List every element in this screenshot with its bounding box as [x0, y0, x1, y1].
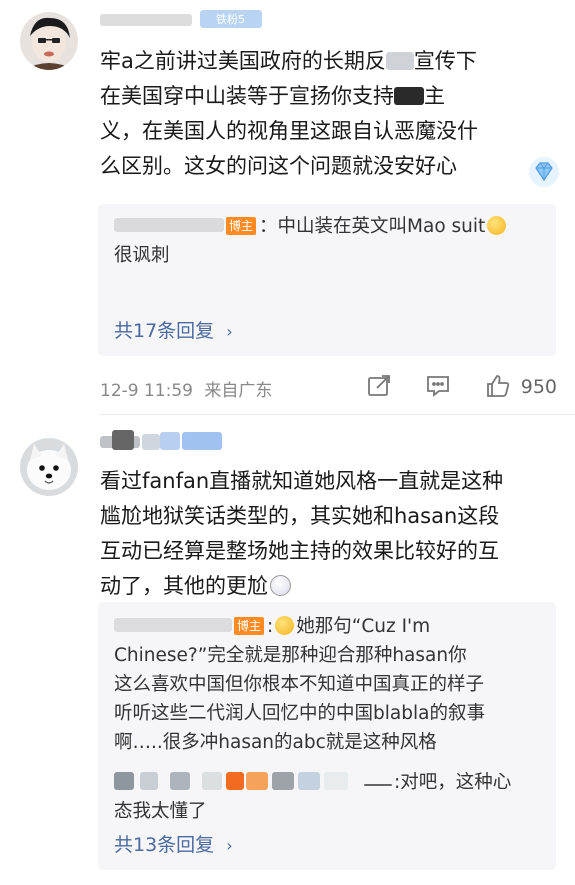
chevron-right-icon: ›	[226, 322, 233, 341]
divider	[100, 414, 575, 415]
avatar[interactable]	[20, 438, 78, 496]
diamond-badge-icon	[528, 156, 560, 188]
comment-meta: 12-9 11:59 来自广东 950	[100, 372, 557, 402]
reply-item[interactable]: 博主: 她那句“Cuz I'm Chinese?”完全就是那种迎合那种hasan你…	[114, 612, 554, 757]
reply-username	[114, 218, 224, 232]
chevron-right-icon: ›	[226, 836, 233, 855]
more-replies-link[interactable]: 共17条回复 ›	[114, 316, 233, 343]
comment-text: 牢a之前讲过美国政府的长期反 宣传下 在美国穿中山装等于宣扬你支持主 义，在美国人…	[100, 49, 478, 178]
comment-text: 看过fanfan直播就知道她风格一直就是这种 尴尬地狱笑话类型的，其实她和has…	[100, 469, 504, 598]
comment-item: 看过fanfan直播就知道她风格一直就是这种 尴尬地狱笑话类型的，其实她和has…	[0, 420, 575, 885]
smile-emoji-icon	[487, 216, 507, 235]
comment-item: 铁粉5 牢a之前讲过美国政府的长期反 宣传下 在美国穿中山装等于宣扬你支持主 义，…	[0, 0, 575, 420]
username[interactable]	[100, 430, 240, 452]
comment-icon[interactable]	[424, 372, 452, 400]
reply-item[interactable]: 博主 ：中山装在英文叫Mao suit 很讽刺	[114, 212, 544, 270]
reply-username	[114, 618, 232, 632]
reply-section: 博主 ：中山装在英文叫Mao suit 很讽刺 共17条回复 ›	[98, 204, 556, 356]
like-icon[interactable]	[484, 372, 512, 400]
reply-item[interactable]: :对吧，这种心 态我太懂了	[114, 768, 554, 826]
host-tag: 博主	[226, 217, 257, 235]
host-tag: 博主	[234, 617, 265, 635]
reply-username	[114, 770, 394, 792]
share-icon[interactable]	[365, 372, 393, 400]
smile-emoji-icon	[275, 616, 295, 635]
username[interactable]: 铁粉5	[100, 8, 280, 30]
timestamp: 12-9 11:59 来自广东	[100, 381, 273, 401]
like-count: 950	[520, 376, 557, 398]
avatar[interactable]	[20, 12, 78, 70]
awkward-emoji-icon	[270, 575, 291, 596]
reply-section: 博主: 她那句“Cuz I'm Chinese?”完全就是那种迎合那种hasan你…	[98, 602, 556, 870]
more-replies-link[interactable]: 共13条回复 ›	[114, 830, 233, 857]
fan-badge: 铁粉5	[200, 10, 262, 28]
